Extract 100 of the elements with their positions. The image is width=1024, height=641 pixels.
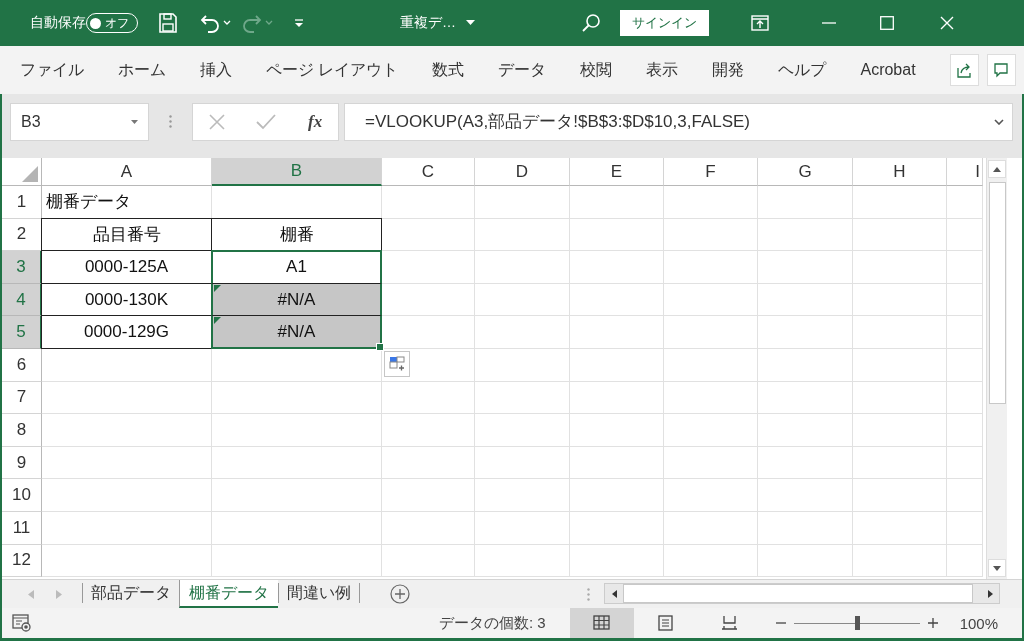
table-cell[interactable] [42,381,212,415]
table-cell[interactable] [570,316,664,349]
table-cell[interactable] [758,381,853,415]
table-cell[interactable] [475,218,570,252]
table-cell[interactable] [42,479,212,512]
table-cell[interactable] [42,446,212,480]
check-icon[interactable] [256,113,277,130]
column-header[interactable]: A [42,158,212,186]
ribbon-display-icon[interactable] [751,15,769,31]
table-cell[interactable] [947,479,983,512]
table-cell[interactable]: 棚番データ [42,186,212,219]
table-cell[interactable] [42,511,212,545]
row-header[interactable]: 8 [2,414,42,447]
table-cell[interactable] [212,544,382,578]
table-cell[interactable] [475,544,570,578]
table-cell[interactable] [853,251,947,284]
table-cell[interactable]: #N/A [211,282,382,317]
ribbon-tab[interactable]: ホーム [118,59,166,81]
ribbon-tab[interactable]: データ [498,59,547,81]
ribbon-tab[interactable]: 数式 [432,59,465,81]
table-cell[interactable] [382,381,475,415]
table-cell[interactable] [664,479,758,512]
table-cell[interactable] [212,511,382,545]
select-all-icon[interactable] [22,166,38,182]
column-header[interactable]: C [382,158,475,186]
table-cell[interactable] [382,283,475,317]
table-cell[interactable] [382,251,475,284]
row-header[interactable]: 10 [2,479,42,512]
table-cell[interactable] [570,348,664,382]
table-cell[interactable] [853,186,947,219]
ribbon-tab[interactable]: 表示 [646,59,679,81]
comments-button[interactable] [986,54,1016,86]
table-cell[interactable] [664,218,758,252]
macro-recording-icon[interactable] [12,614,32,632]
undo-icon[interactable] [199,13,221,33]
quick-analysis-icon[interactable] [384,350,410,377]
table-cell[interactable] [947,218,983,252]
table-cell[interactable] [475,251,570,284]
row-header[interactable]: 5 [2,316,42,349]
column-header[interactable]: B [212,158,382,186]
table-cell[interactable] [853,479,947,512]
document-title[interactable]: 重複デ… [400,14,456,32]
scroll-up-icon[interactable] [993,166,1001,172]
table-cell[interactable] [947,251,983,284]
table-cell[interactable] [475,316,570,349]
zoom-in-icon[interactable] [927,618,938,628]
column-header[interactable]: E [570,158,664,186]
table-cell[interactable]: A1 [211,250,382,284]
sign-in-button[interactable]: サインイン [620,10,709,36]
minimize-icon[interactable] [822,22,836,24]
ribbon-tab[interactable]: 挿入 [200,59,232,81]
table-cell[interactable] [664,446,758,480]
table-cell[interactable] [664,283,758,317]
table-cell[interactable] [570,446,664,480]
table-cell[interactable] [382,186,475,219]
row-header[interactable]: 7 [2,381,42,415]
table-cell[interactable] [758,218,853,252]
formula-field[interactable]: =VLOOKUP(A3,部品データ!$B$3:$D$10,3,FALSE) [344,102,1013,141]
save-icon[interactable] [158,12,178,34]
table-cell[interactable] [947,544,983,578]
row-header[interactable]: 11 [2,511,42,545]
caret-icon[interactable] [994,118,1004,125]
table-cell[interactable] [570,511,664,545]
table-cell[interactable]: 0000-129G [41,315,212,349]
view-button[interactable] [569,608,634,638]
row-header[interactable]: 6 [2,348,42,382]
previous-sheet-icon[interactable] [28,589,34,599]
column-header[interactable]: F [664,158,758,186]
table-cell[interactable]: 品目番号 [41,217,212,252]
drag-handle-icon[interactable] [169,115,172,128]
zoom-slider-thumb[interactable] [854,616,860,630]
table-cell[interactable] [664,544,758,578]
table-cell[interactable] [664,511,758,545]
table-cell[interactable] [570,414,664,447]
next-sheet-icon[interactable] [56,589,62,599]
table-cell[interactable] [664,316,758,349]
table-cell[interactable] [382,218,475,252]
table-cell[interactable] [758,479,853,512]
caret-icon[interactable] [131,119,138,124]
ribbon-tab[interactable]: 開発 [712,59,745,81]
cancel-icon[interactable] [208,113,225,130]
maximize-icon[interactable] [880,16,894,30]
table-cell[interactable] [664,348,758,382]
table-cell[interactable] [947,446,983,480]
column-header[interactable]: H [853,158,947,186]
scroll-left-icon[interactable] [611,589,617,598]
table-cell[interactable] [212,348,382,382]
customize-toolbar-icon[interactable] [294,18,304,28]
add-sheet-icon[interactable] [390,584,410,604]
table-cell[interactable] [853,414,947,447]
table-cell[interactable] [947,348,983,382]
table-cell[interactable] [382,348,475,382]
vertical-scrollbar-thumb[interactable] [988,182,1006,404]
ribbon-tab[interactable]: ヘルプ [778,59,827,81]
row-header[interactable]: 1 [2,186,42,219]
search-icon[interactable] [581,13,601,33]
column-header[interactable]: I [947,158,983,186]
table-cell[interactable] [212,414,382,447]
table-cell[interactable] [570,381,664,415]
table-cell[interactable] [570,283,664,317]
